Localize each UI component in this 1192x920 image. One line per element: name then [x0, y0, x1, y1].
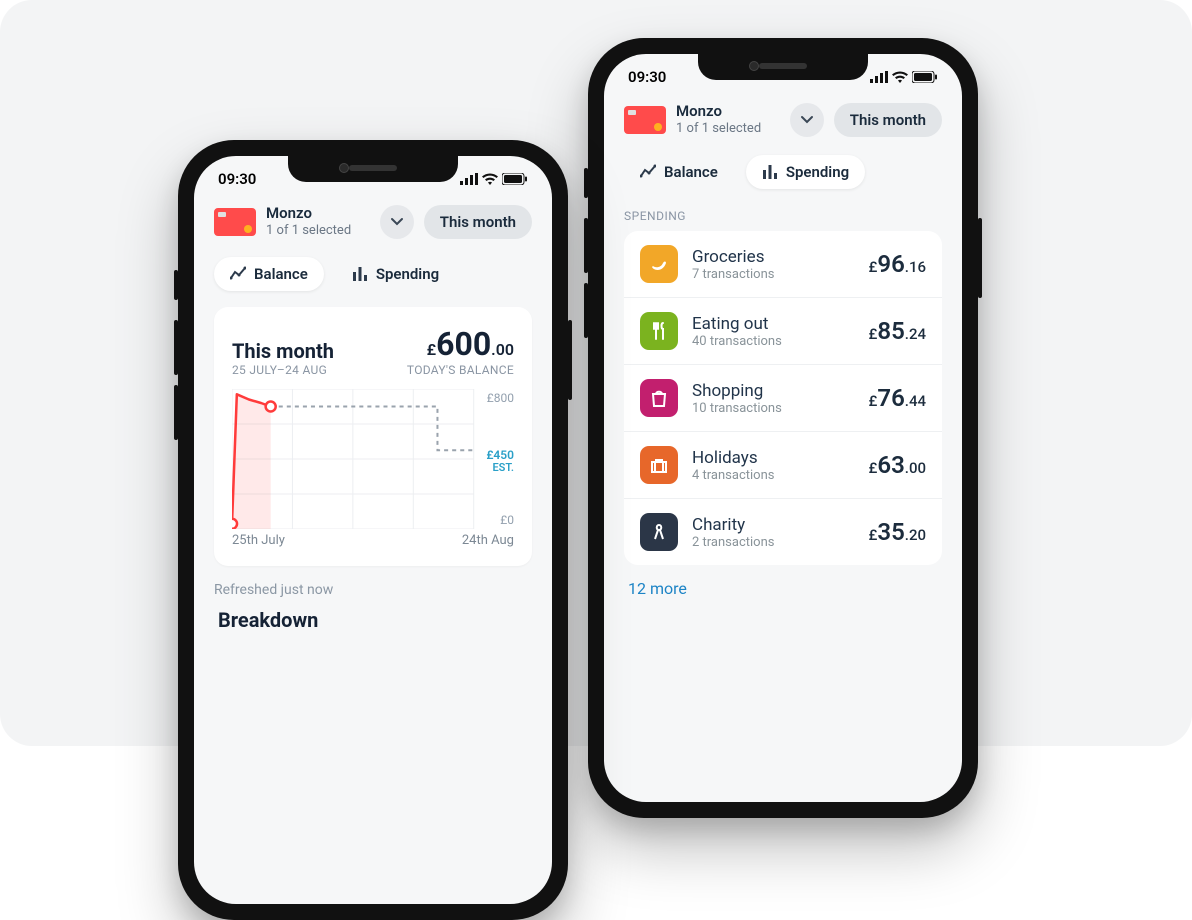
category-name: Eating out	[692, 314, 855, 334]
category-tx-count: 40 transactions	[692, 334, 855, 349]
refreshed-label: Refreshed just now	[214, 582, 532, 598]
spending-row[interactable]: Groceries7 transactions £96.16	[624, 231, 942, 298]
category-tx-count: 10 transactions	[692, 401, 855, 416]
tab-balance[interactable]: Balance	[624, 155, 734, 189]
battery-icon	[912, 71, 938, 83]
wifi-icon	[892, 71, 908, 83]
category-tx-count: 2 transactions	[692, 535, 855, 550]
category-icon	[640, 379, 678, 417]
x-tick-start: 25th July	[232, 533, 285, 548]
account-selected-count: 1 of 1 selected	[266, 223, 370, 239]
category-tx-count: 7 transactions	[692, 267, 855, 282]
status-time: 09:30	[218, 170, 256, 188]
spending-row[interactable]: Charity2 transactions £35.20	[624, 499, 942, 565]
y-tick-top: £800	[487, 391, 514, 405]
tabs: Balance Spending	[194, 251, 552, 307]
balance-amount: £600.00	[407, 325, 514, 363]
spending-row[interactable]: Holidays4 transactions £63.00	[624, 432, 942, 499]
phone-right: 09:30 Monzo 1 of 1 selected This month	[588, 38, 978, 818]
battery-icon	[502, 173, 528, 185]
trend-icon	[640, 164, 656, 180]
account-row: Monzo 1 of 1 selected This month	[194, 196, 552, 251]
account-selected-count: 1 of 1 selected	[676, 121, 780, 137]
card-icon	[214, 208, 256, 236]
chevron-down-icon	[390, 215, 404, 229]
balance-date-range: 25 JULY–24 AUG	[232, 363, 334, 377]
category-icon	[640, 312, 678, 350]
category-icon	[640, 513, 678, 551]
chevron-down-icon	[800, 113, 814, 127]
card-icon	[624, 106, 666, 134]
spending-row[interactable]: Shopping10 transactions £76.44	[624, 365, 942, 432]
screen-spending: 09:30 Monzo 1 of 1 selected This month	[604, 54, 962, 802]
tab-balance[interactable]: Balance	[214, 257, 324, 291]
cellular-icon	[460, 173, 478, 185]
estimate-label: £450 EST.	[486, 449, 514, 474]
screen-balance: 09:30 Monzo 1 of 1 selected This month	[194, 156, 552, 904]
category-amount: £63.00	[869, 451, 926, 479]
tabs: Balance Spending	[604, 149, 962, 205]
account-dropdown-button[interactable]	[380, 205, 414, 239]
spending-row[interactable]: Eating out40 transactions £85.24	[624, 298, 942, 365]
account-name: Monzo	[676, 102, 780, 121]
category-name: Shopping	[692, 381, 855, 401]
balance-chart: £800 £450 EST. £0	[232, 389, 514, 529]
category-icon	[640, 245, 678, 283]
category-amount: £96.16	[869, 250, 926, 278]
account-row: Monzo 1 of 1 selected This month	[604, 94, 962, 149]
category-name: Charity	[692, 515, 855, 535]
category-amount: £35.20	[869, 518, 926, 546]
phone-left: 09:30 Monzo 1 of 1 selected This month	[178, 140, 568, 920]
category-tx-count: 4 transactions	[692, 468, 855, 483]
cellular-icon	[870, 71, 888, 83]
tab-balance-label: Balance	[664, 163, 718, 181]
bars-icon	[762, 164, 778, 180]
x-tick-end: 24th Aug	[462, 533, 514, 548]
balance-title: This month	[232, 339, 334, 363]
more-link[interactable]: 12 more	[628, 579, 938, 598]
category-name: Groceries	[692, 247, 855, 267]
bars-icon	[352, 266, 368, 282]
period-pill[interactable]: This month	[834, 103, 942, 137]
tab-balance-label: Balance	[254, 265, 308, 283]
tab-spending[interactable]: Spending	[746, 155, 865, 189]
y-tick-bottom: £0	[500, 513, 514, 527]
status-time: 09:30	[628, 68, 666, 86]
status-icons	[460, 173, 528, 185]
marketing-canvas: 09:30 Monzo 1 of 1 selected This month	[0, 0, 1192, 746]
tab-spending-label: Spending	[376, 265, 439, 283]
category-amount: £76.44	[869, 384, 926, 412]
tab-spending-label: Spending	[786, 163, 849, 181]
spending-list: Groceries7 transactions£96.16Eating out4…	[624, 231, 942, 565]
account-dropdown-button[interactable]	[790, 103, 824, 137]
category-icon	[640, 446, 678, 484]
balance-today-label: TODAY'S BALANCE	[407, 363, 514, 377]
wifi-icon	[482, 173, 498, 185]
breakdown-heading: Breakdown	[218, 608, 528, 632]
tab-spending[interactable]: Spending	[336, 257, 455, 291]
period-pill[interactable]: This month	[424, 205, 532, 239]
category-amount: £85.24	[869, 317, 926, 345]
status-icons	[870, 71, 938, 83]
account-name: Monzo	[266, 204, 370, 223]
spending-section-label: SPENDING	[624, 209, 942, 223]
category-name: Holidays	[692, 448, 855, 468]
trend-icon	[230, 266, 246, 282]
balance-card: This month 25 JULY–24 AUG £600.00 TODAY'…	[214, 307, 532, 566]
